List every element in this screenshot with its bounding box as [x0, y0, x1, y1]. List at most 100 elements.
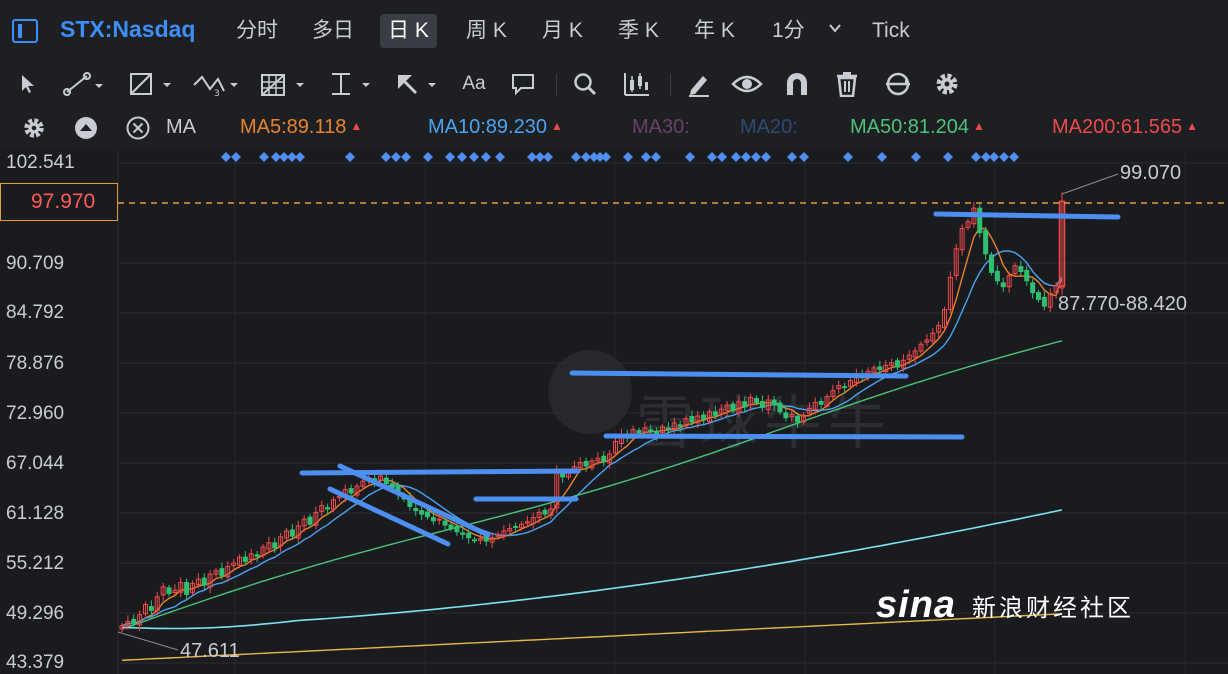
candle-body [895, 360, 900, 368]
candle-body [648, 429, 654, 432]
y-axis-label: 43.379 [6, 652, 65, 673]
signal-diamond [787, 152, 797, 162]
close-indicator-icon[interactable] [126, 116, 150, 140]
candle-body [289, 529, 295, 537]
tab-yearly-k[interactable]: 年 K [686, 14, 743, 48]
eye-icon[interactable] [730, 68, 764, 100]
candle-body [742, 401, 748, 408]
sync-icon[interactable] [882, 68, 914, 100]
drawing-toolbar: 3 Aa [0, 62, 1228, 106]
trend-line [933, 211, 1121, 220]
search-icon[interactable] [570, 68, 600, 100]
gear-icon[interactable] [932, 68, 962, 100]
signal-diamond [381, 152, 391, 162]
y-axis-label: 67.044 [6, 453, 65, 474]
signal-diamond [911, 152, 921, 162]
candle-body [877, 366, 883, 371]
candle-body [994, 270, 1000, 282]
cursor-icon[interactable] [14, 68, 42, 100]
tab-monthly-k[interactable]: 月 K [534, 14, 591, 48]
signal-diamond [943, 152, 953, 162]
signal-diamond [741, 152, 751, 162]
candle-body [1041, 296, 1047, 307]
candle-body [795, 415, 801, 423]
candle-body [425, 511, 430, 518]
candle-body [201, 577, 207, 586]
line-tool-icon[interactable] [62, 68, 108, 100]
y-axis-label: 61.128 [6, 503, 65, 524]
candle-tool-icon[interactable] [620, 68, 654, 100]
collapse-up-icon[interactable] [74, 116, 98, 140]
trend-line [569, 370, 909, 379]
magnet-icon[interactable] [782, 68, 812, 100]
signal-diamond [345, 152, 355, 162]
candle-body [842, 386, 848, 389]
signal-diamond [543, 152, 553, 162]
signal-diamond [457, 152, 467, 162]
low-leader-line [117, 631, 179, 651]
signal-diamond [971, 152, 981, 162]
high-leader-line [1061, 173, 1119, 195]
trash-icon[interactable] [832, 68, 862, 100]
tab-multi-day[interactable]: 多日 [304, 14, 362, 48]
candle-body [1024, 270, 1030, 282]
low-price-annotation: 47.611 [180, 640, 240, 662]
candle-body [436, 518, 442, 521]
candle-body [419, 510, 425, 515]
candle-body [131, 618, 137, 625]
comment-icon[interactable] [508, 68, 538, 100]
tab-weekly-k[interactable]: 周 K [458, 14, 515, 48]
signal-diamond [445, 152, 455, 162]
candle-body [383, 477, 389, 485]
ticker-list-icon[interactable] [12, 19, 38, 43]
ticker-symbol[interactable]: STX:Nasdaq [60, 16, 195, 43]
ma50-value: MA50:81.204 ▲ [850, 116, 985, 138]
candle-body [184, 582, 190, 595]
vertical-line-icon[interactable] [326, 68, 376, 100]
candle-body [977, 207, 983, 234]
candle-body [771, 399, 777, 406]
signal-diamond [651, 152, 661, 162]
candle-body [472, 539, 477, 542]
wave-tool-icon[interactable]: 3 [190, 68, 242, 100]
arrow-tool-icon[interactable] [394, 68, 440, 100]
tab-quarterly-k[interactable]: 季 K [610, 14, 667, 48]
grid-tool-icon[interactable] [258, 68, 310, 100]
candle-body [689, 416, 695, 423]
candle-body [460, 532, 466, 535]
signal-diamond [999, 152, 1009, 162]
signal-diamond [799, 152, 809, 162]
candle-body [601, 455, 607, 463]
tab-intraday[interactable]: 分时 [228, 14, 286, 48]
indicator-legend-bar: MA MA5:89.118 ▲ MA10:89.230 ▲ MA30: MA20: … [0, 106, 1228, 150]
tab-tick[interactable]: Tick [864, 14, 918, 48]
tab-daily-k[interactable]: 日 K [380, 14, 437, 48]
candle-body [989, 254, 994, 273]
signal-diamond [391, 152, 401, 162]
y-axis-label: 102.541 [6, 152, 75, 173]
ma5-line [121, 227, 1063, 627]
signal-diamond [481, 152, 491, 162]
svg-text:3: 3 [214, 89, 220, 97]
signal-diamond [401, 152, 411, 162]
pencil-icon[interactable] [684, 68, 714, 100]
tab-1-minute[interactable]: 1分 [764, 14, 813, 48]
indicator-settings-gear-icon[interactable] [22, 116, 46, 140]
signal-diamond [731, 152, 741, 162]
y-axis-label: 49.296 [6, 603, 65, 624]
signal-diamond [707, 152, 717, 162]
candle-body [442, 520, 448, 526]
candle-body [242, 556, 248, 562]
text-tool-icon[interactable]: Aa [456, 68, 492, 100]
signal-diamond [259, 152, 269, 162]
y-axis-label: 78.876 [6, 353, 65, 374]
signal-diamond [623, 152, 633, 162]
signal-diamond [231, 152, 241, 162]
toolbar-divider [670, 74, 671, 96]
candle-body [665, 427, 671, 431]
candle-body [583, 461, 589, 467]
indicator-type[interactable]: MA [166, 116, 196, 139]
candle-body [148, 606, 154, 611]
chevron-down-icon[interactable] [829, 22, 841, 34]
polygon-tool-icon[interactable] [126, 68, 176, 100]
